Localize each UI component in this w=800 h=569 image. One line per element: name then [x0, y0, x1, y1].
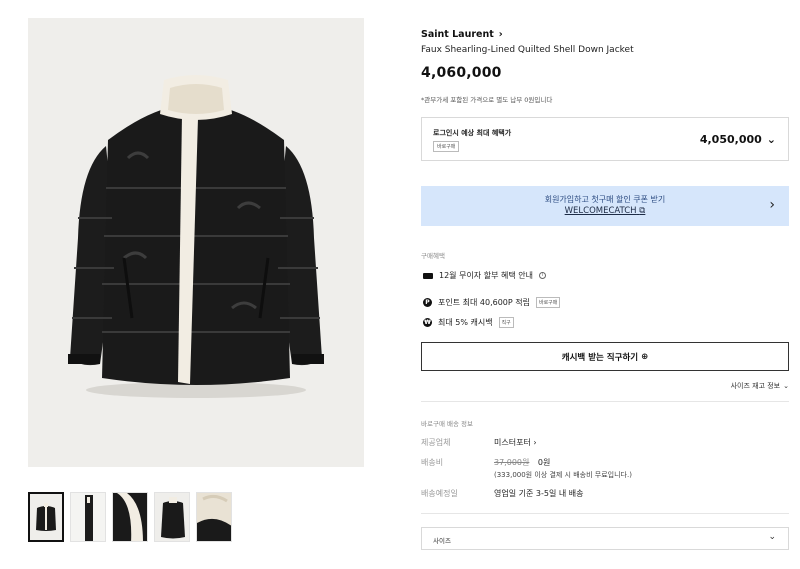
shipping-provider-row: 제공업체 미스터포터 › — [421, 437, 537, 448]
brand-name: Saint Laurent — [421, 29, 494, 40]
promo-code-text: WELCOMECATCH — [564, 206, 637, 216]
chevron-right-icon: › — [769, 197, 775, 213]
main-product-image[interactable] — [28, 18, 364, 467]
shipping-section-label: 바로구매 배송 정보 — [421, 420, 473, 428]
chevron-down-icon: ⌄ — [783, 382, 789, 390]
thumbnail-model[interactable] — [70, 492, 106, 542]
benefit-cashback: ₩ 최대 5% 캐시백 직구 — [423, 317, 514, 328]
login-price-amount: 4,050,000 — [699, 133, 762, 146]
fee-original: 37,000원 — [494, 458, 530, 467]
benefit-points: P 포인트 최대 40,600P 적립 바로구매 — [423, 297, 561, 308]
cashback-button-label: 캐시백 받는 직구하기 — [561, 352, 639, 363]
size-stock-label: 사이즈 재고 정보 — [730, 382, 781, 390]
benefit-text: 최대 5% 캐시백 — [438, 318, 493, 327]
promo-text: 회원가입하고 첫구매 할인 쿠폰 받기 — [544, 195, 666, 204]
shipping-eta-row: 배송예정일 영업일 기준 3-5일 내 배송 — [421, 488, 583, 499]
tax-note: *관부가세 포함된 가격으로 별도 납부 0원입니다 — [421, 96, 553, 104]
thumbnail-lining-detail[interactable] — [196, 492, 232, 542]
promo-code[interactable]: WELCOMECATCH ⧉ — [421, 206, 789, 216]
overseas-tag: 직구 — [498, 317, 514, 328]
shipping-fee-row: 배송비 37,000원 0원 — [421, 457, 550, 468]
size-select[interactable]: 사이즈 ⌄ — [421, 527, 789, 550]
login-price-box[interactable]: 로그인시 예상 최대 혜택가 바로구매 4,050,000 ⌄ — [421, 117, 789, 161]
login-price-label: 로그인시 예상 최대 혜택가 — [433, 129, 512, 137]
size-select-label: 사이즈 — [433, 537, 451, 545]
divider — [421, 513, 789, 514]
chevron-right-icon: › — [498, 29, 503, 40]
info-icon[interactable]: i — [538, 272, 546, 279]
benefit-installment[interactable]: 12월 무이자 할부 혜택 안내 i — [423, 270, 546, 281]
direct-buy-tag: 바로구매 — [433, 141, 460, 152]
brand-link[interactable]: Saint Laurent › — [421, 29, 503, 40]
provider-key: 제공업체 — [421, 438, 451, 447]
cashback-direct-buy-button[interactable]: 캐시백 받는 직구하기 ⊕ — [421, 342, 789, 371]
copy-icon: ⧉ — [639, 206, 646, 216]
eta-value: 영업일 기준 3-5일 내 배송 — [494, 489, 584, 498]
fee-note: (333,000원 이상 결제 시 배송비 무료입니다.) — [494, 471, 632, 479]
provider-value: 미스터포터 — [494, 438, 531, 447]
chevron-down-icon: ⌄ — [768, 532, 776, 542]
thumbnail-collar-detail[interactable] — [112, 492, 148, 542]
point-icon: P — [423, 298, 432, 307]
cashback-icon: ₩ — [423, 318, 432, 327]
product-price: 4,060,000 — [421, 65, 502, 81]
chevron-down-icon: ⌄ — [766, 133, 776, 146]
plus-circle-icon: ⊕ — [641, 351, 649, 362]
thumbnail-front[interactable] — [28, 492, 64, 542]
provider-link[interactable]: 미스터포터 › — [494, 437, 537, 448]
direct-buy-tag: 바로구매 — [535, 297, 561, 308]
benefits-section-label: 구매혜택 — [421, 252, 445, 260]
signup-coupon-banner[interactable]: 회원가입하고 첫구매 할인 쿠폰 받기 WELCOMECATCH ⧉ › — [421, 186, 789, 226]
eta-key: 배송예정일 — [421, 489, 458, 498]
product-name: Faux Shearling-Lined Quilted Shell Down … — [421, 45, 634, 55]
jacket-illustration — [28, 18, 364, 467]
divider — [421, 401, 789, 402]
thumbnail-strip — [28, 492, 232, 542]
thumbnail-back[interactable] — [154, 492, 190, 542]
chevron-right-icon: › — [533, 438, 537, 447]
benefit-text: 포인트 최대 40,600P 적립 — [438, 298, 530, 307]
size-stock-info-link[interactable]: 사이즈 재고 정보 ⌄ — [731, 381, 789, 391]
fee-key: 배송비 — [421, 458, 444, 467]
benefit-text: 12월 무이자 할부 혜택 안내 — [439, 271, 533, 280]
card-icon — [423, 272, 433, 279]
fee-value: 0원 — [537, 458, 551, 467]
